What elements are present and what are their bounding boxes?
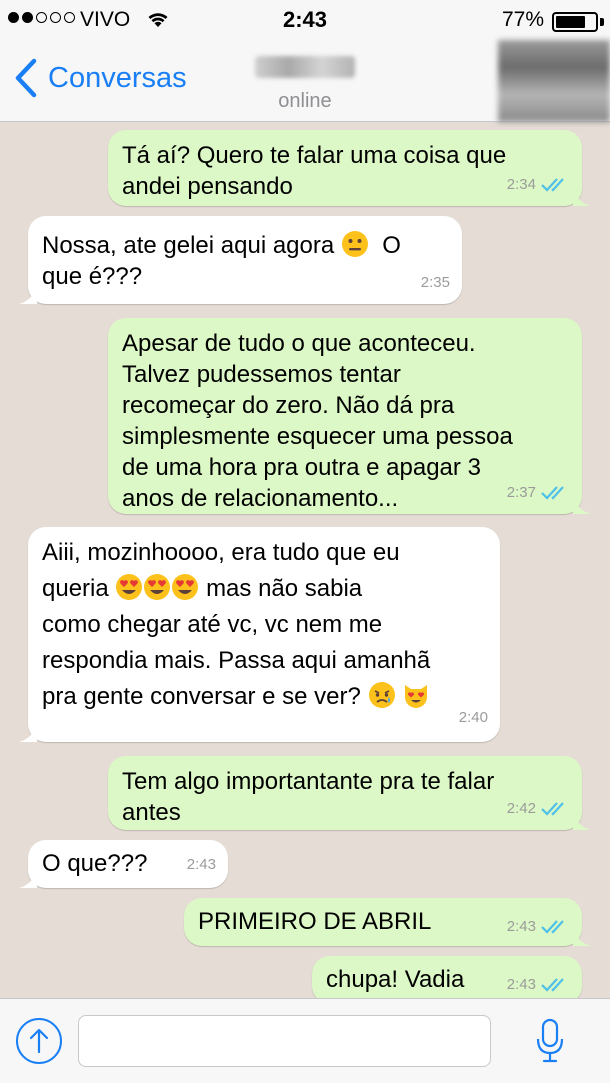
message-text: Tá aí? Quero te falar uma coisa que ande… — [122, 142, 507, 200]
heart-eyes-emoji — [172, 574, 199, 600]
message-text-part: O — [382, 232, 401, 259]
message-meta: 2:43 — [187, 849, 216, 880]
message-outgoing[interactable]: Tá aí? Quero te falar uma coisa que ande… — [108, 130, 591, 206]
message-meta: 2:40 — [459, 700, 488, 736]
bubble-tail — [573, 812, 591, 830]
message-outgoing[interactable]: PRIMEIRO DE ABRIL 2:43 — [184, 898, 591, 946]
chat-thread[interactable]: Tá aí? Quero te falar uma coisa que ande… — [0, 122, 610, 998]
message-meta: 2:35 — [421, 267, 450, 298]
message-outgoing[interactable]: Apesar de tudo o que aconteceu. Talvez p… — [108, 318, 591, 514]
message-input[interactable] — [78, 1015, 491, 1067]
message-text-part: Nossa, ate gelei aqui agora — [42, 232, 335, 259]
bubble-tail — [573, 496, 591, 514]
message-time: 2:37 — [506, 484, 536, 501]
message-line: Aiii, mozinhoooo, era tudo que eu — [42, 539, 400, 566]
message-time: 2:42 — [506, 800, 536, 817]
battery-tip — [600, 18, 604, 26]
message-time: 2:35 — [420, 274, 450, 291]
microphone-button[interactable] — [534, 1017, 566, 1065]
message-incoming[interactable]: Aiii, mozinhoooo, era tudo que eu queria… — [19, 527, 500, 742]
heart-eyes-emoji — [116, 574, 143, 600]
double-check-icon — [541, 485, 564, 500]
double-check-icon — [541, 919, 564, 934]
message-incoming[interactable]: O que??? 2:43 — [19, 840, 228, 888]
message-meta: 2:37 — [507, 477, 570, 508]
message-meta: 2:43 — [507, 911, 570, 942]
message-time: 2:43 — [506, 976, 536, 993]
avatar[interactable] — [498, 40, 610, 122]
message-text-part: queria — [42, 575, 109, 602]
neutral-face-emoji — [341, 231, 368, 257]
input-bar — [0, 998, 610, 1083]
heart-eyes-emoji — [144, 574, 171, 600]
message-text: Aiii, mozinhoooo, era tudo que eu queria… — [42, 535, 486, 715]
bubble-tail — [573, 188, 591, 206]
double-check-icon — [541, 177, 564, 192]
microphone-icon — [536, 1018, 564, 1063]
message-meta: 2:42 — [507, 793, 570, 824]
message-text: Nossa, ate gelei aqui agora Oque é??? — [42, 226, 448, 292]
battery-level — [556, 16, 586, 28]
message-line: queria mas não sabia — [42, 571, 486, 607]
nav-bar: Conversas online — [0, 40, 610, 122]
message-line: respondia mais. Passa aqui amanhã — [42, 647, 431, 674]
message-text-part: pra gente conversar e se ver? — [42, 683, 361, 710]
message-time: 2:43 — [186, 856, 216, 873]
message-text: Apesar de tudo o que aconteceu. Talvez p… — [122, 330, 513, 512]
message-text: Tem algo importantante pra te falar ante… — [122, 768, 495, 826]
contact-name-redacted[interactable] — [255, 56, 355, 78]
message-outgoing[interactable]: chupa! Vadia 2:43 — [312, 956, 582, 998]
battery-percent: 77% — [501, 8, 544, 31]
bubble-tail — [19, 870, 37, 888]
message-time: 2:40 — [458, 709, 488, 726]
message-text-part: que é??? — [42, 263, 143, 290]
bubble-tail — [573, 928, 591, 946]
message-text-part: mas não sabia — [206, 575, 363, 602]
status-bar: VIVO 2:43 77% — [0, 0, 610, 40]
message-incoming[interactable]: Nossa, ate gelei aqui agora Oque é??? 2:… — [19, 216, 462, 304]
message-meta: 2:43 — [507, 969, 570, 998]
message-line: como chegar até vc, vc nem me — [42, 611, 383, 638]
double-check-icon — [541, 977, 564, 992]
message-outgoing[interactable]: Tem algo importantante pra te falar ante… — [108, 756, 591, 830]
message-line: pra gente conversar e se ver? — [42, 679, 486, 715]
message-time: 2:43 — [506, 918, 536, 935]
bubble-tail — [19, 286, 37, 304]
upload-button[interactable] — [16, 1018, 62, 1064]
battery-icon — [552, 12, 598, 32]
sad-relieved-face-emoji — [368, 682, 395, 708]
message-meta: 2:34 — [507, 169, 570, 200]
heart-eyes-cat-emoji — [405, 685, 428, 708]
message-time: 2:34 — [506, 176, 536, 193]
bubble-tail — [19, 724, 37, 742]
upload-icon — [29, 1028, 49, 1054]
double-check-icon — [541, 801, 564, 816]
